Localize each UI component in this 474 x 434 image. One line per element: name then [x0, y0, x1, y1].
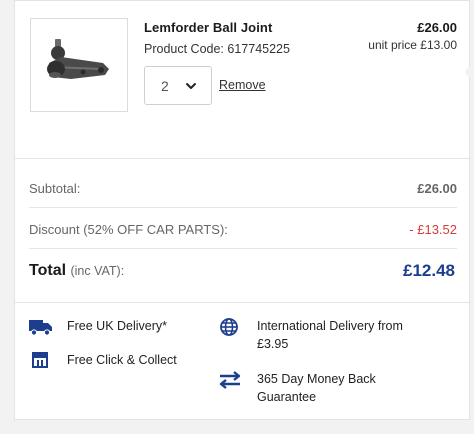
divider [15, 302, 471, 303]
unit-price: unit price £13.00 [368, 38, 457, 52]
basket-card: Lemforder Ball Joint Product Code: 61774… [14, 0, 474, 420]
discount-row: Discount (52% OFF CAR PARTS): - £13.52 [29, 209, 457, 249]
subtotal-value: £26.00 [417, 181, 457, 196]
feature-international: International Delivery from £3.95 [257, 317, 403, 353]
total-subtitle: (inc VAT): [70, 264, 125, 278]
international-line2: £3.95 [257, 337, 289, 351]
discount-label: Discount (52% OFF CAR PARTS): [29, 222, 228, 237]
returns-line1: 365 Day Money Back [257, 372, 376, 386]
basket-item: Lemforder Ball Joint Product Code: 61774… [15, 1, 471, 159]
quantity-value: 2 [161, 78, 169, 94]
product-name[interactable]: Lemforder Ball Joint [144, 20, 272, 35]
total-title: Total [29, 262, 67, 279]
international-line1: International Delivery from [257, 319, 403, 333]
feature-click-collect: Free Click & Collect [67, 353, 177, 367]
ball-joint-icon [47, 39, 109, 79]
quantity-select[interactable]: 2 [144, 66, 212, 105]
remove-link[interactable]: Remove [219, 78, 266, 92]
line-price: £26.00 [417, 20, 457, 35]
feature-returns: 365 Day Money Back Guarantee [257, 370, 376, 406]
returns-line2: Guarantee [257, 390, 317, 404]
card-edge-notch [465, 67, 474, 77]
product-image[interactable] [30, 18, 128, 112]
discount-value: - £13.52 [409, 222, 457, 237]
chevron-down-icon [186, 83, 196, 89]
total-value: £12.48 [403, 261, 455, 280]
globe-icon [220, 318, 238, 336]
product-code: Product Code: 617745225 [144, 42, 290, 56]
feature-uk-delivery: Free UK Delivery* [67, 319, 168, 333]
store-icon [32, 352, 48, 368]
exchange-arrows-icon [219, 371, 241, 389]
truck-icon [29, 320, 52, 336]
subtotal-label: Subtotal: [29, 181, 81, 196]
total-label: Total (inc VAT): [29, 262, 124, 280]
subtotal-row: Subtotal: £26.00 [29, 168, 457, 208]
divider [15, 158, 471, 159]
